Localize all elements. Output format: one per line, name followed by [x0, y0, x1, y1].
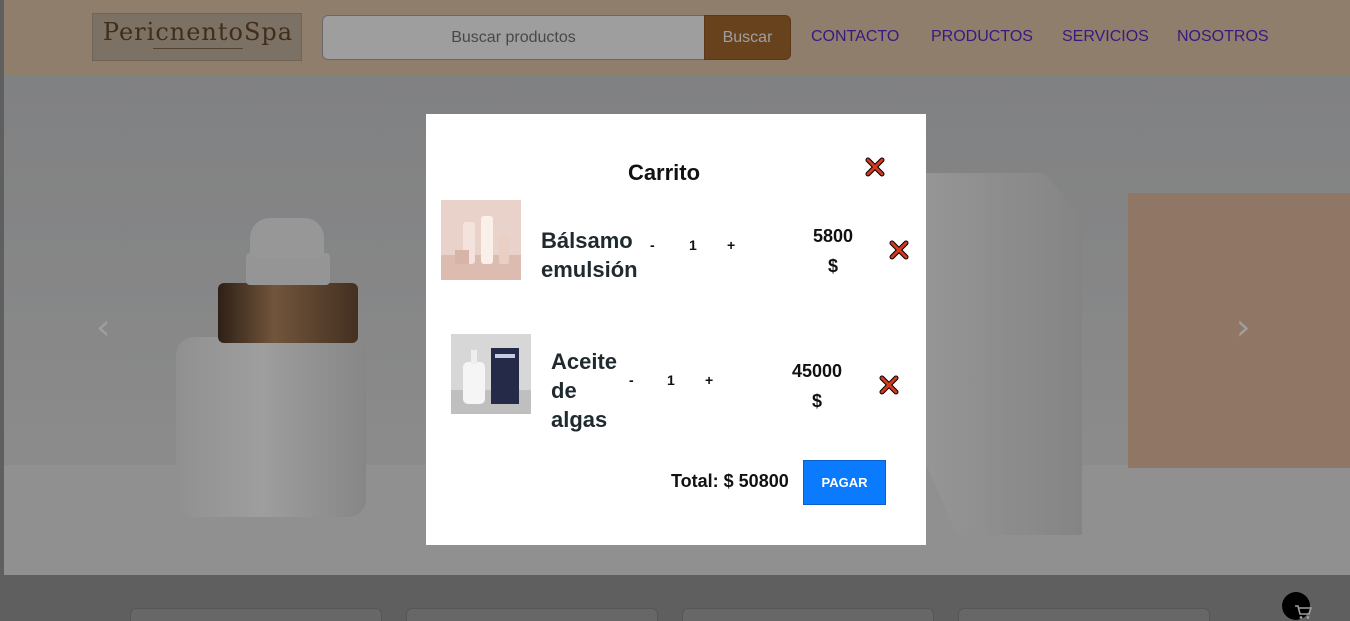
cart-item-name-line: algas [551, 407, 608, 432]
decrease-qty-button[interactable]: - [650, 237, 655, 253]
remove-item-icon[interactable] [879, 375, 899, 395]
decrease-qty-button[interactable]: - [629, 372, 634, 388]
remove-item-icon[interactable] [889, 240, 909, 260]
price-value: 5800 [812, 226, 854, 246]
cart-item-name: Bálsamo emulsión [541, 226, 638, 284]
cart-item-qty: 1 [667, 372, 675, 388]
cart-item-name: Aceite de algas [551, 347, 617, 434]
price-currency: $ [811, 391, 822, 411]
cart-title: Carrito [627, 160, 701, 185]
price-value: 45000 [791, 361, 843, 381]
cart-item-name-line: emulsión [541, 257, 638, 282]
increase-qty-button[interactable]: + [705, 372, 713, 388]
cart-item-qty: 1 [689, 237, 697, 253]
price-currency: $ [827, 256, 838, 276]
increase-qty-button[interactable]: + [727, 237, 735, 253]
cart-item-name-line: Aceite [551, 349, 618, 374]
pay-button[interactable]: PAGAR [803, 460, 886, 505]
cart-item-name-line: Bálsamo [541, 228, 633, 253]
cart-item-price: 5800 $ [803, 221, 863, 281]
cart-item-price: 45000 $ [787, 356, 847, 416]
close-modal-icon[interactable] [865, 157, 885, 177]
product-thumbnail [441, 200, 521, 280]
cart-item-name-line: de [551, 378, 577, 403]
cart-modal: Carrito Bálsamo emulsión - 1 + 5800 $ Ac… [426, 114, 926, 545]
cart-total: Total: $ 50800 [671, 471, 789, 491]
product-thumbnail [451, 334, 531, 414]
